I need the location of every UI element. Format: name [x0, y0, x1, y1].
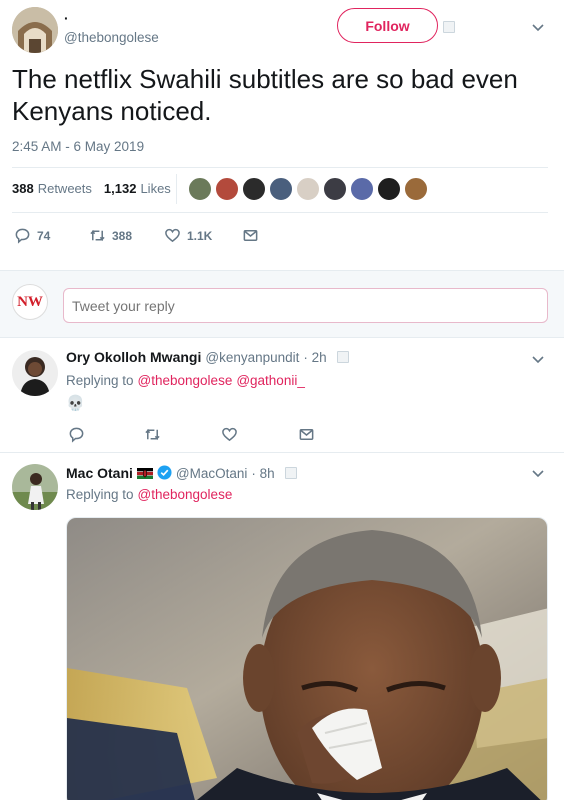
replying-to-label: Replying to [66, 373, 134, 388]
author-avatar[interactable] [12, 7, 58, 53]
heart-icon [222, 427, 237, 442]
reply-avatar[interactable] [12, 350, 58, 396]
retweets-label[interactable]: Retweets [38, 181, 92, 196]
direct-message-action[interactable] [298, 426, 315, 443]
direct-message-action[interactable] [242, 227, 259, 244]
reply-handle[interactable]: @MacOtani [176, 466, 247, 481]
reply-header: Mac Otani @MacOtani · 8h [66, 463, 297, 481]
author-display-name[interactable]: · [64, 10, 69, 26]
reply-time[interactable]: · 2h [303, 350, 326, 365]
reply-handle[interactable]: @kenyanpundit [205, 350, 299, 365]
author-handle[interactable]: @thebongolese [64, 30, 159, 45]
reply-input[interactable] [63, 288, 548, 323]
reply-text: 💀 [66, 394, 85, 412]
liker-avatar[interactable] [269, 177, 293, 201]
liker-avatar[interactable] [242, 177, 266, 201]
like-action[interactable] [221, 426, 238, 443]
tweet-timestamp[interactable]: 2:45 AM - 6 May 2019 [12, 139, 144, 154]
reply-icon [15, 228, 30, 244]
stats-separator [176, 174, 177, 204]
mail-icon [299, 429, 314, 440]
like-action[interactable]: 1.1K [164, 227, 212, 244]
heart-icon [165, 228, 180, 243]
liker-avatars [188, 177, 431, 201]
reply-display-name[interactable]: Ory Okolloh Mwangi [66, 349, 201, 365]
divider [0, 452, 564, 453]
tweet-stats: 388 Retweets 1,132 Likes [12, 181, 171, 196]
replying-to-line: Replying to @thebongolese [66, 487, 232, 502]
reply-time[interactable]: · 8h [251, 466, 274, 481]
divider [12, 167, 548, 168]
mention-link[interactable]: @gathonii_ [236, 373, 305, 388]
follow-button[interactable]: Follow [337, 8, 438, 43]
mention-link[interactable]: @thebongolese [138, 487, 233, 502]
liker-avatar[interactable] [296, 177, 320, 201]
chevron-down-icon[interactable] [531, 466, 545, 480]
liker-avatar[interactable] [188, 177, 212, 201]
divider [12, 212, 548, 213]
retweets-count[interactable]: 388 [12, 181, 34, 196]
retweet-action[interactable]: 388 [89, 227, 132, 244]
reply-media-image[interactable] [66, 517, 548, 800]
chevron-down-icon[interactable] [531, 352, 545, 366]
likes-count[interactable]: 1,132 [104, 181, 137, 196]
badge-icon [336, 351, 349, 363]
replying-to-line: Replying to @thebongolese @gathonii_ [66, 373, 305, 388]
likes-label[interactable]: Likes [140, 181, 170, 196]
current-user-avatar[interactable]: NW [12, 284, 48, 320]
badge-icon [284, 467, 297, 479]
like-count: 1.1K [187, 228, 213, 243]
mention-link[interactable]: @thebongolese [138, 373, 233, 388]
liker-avatar[interactable] [215, 177, 239, 201]
reply-header: Ory Okolloh Mwangi @kenyanpundit · 2h [66, 349, 349, 365]
liker-avatar[interactable] [377, 177, 401, 201]
retweet-icon [90, 229, 105, 242]
retweet-icon [145, 428, 160, 441]
retweet-count: 388 [112, 228, 133, 243]
reply-icon [69, 427, 84, 443]
retweet-action[interactable] [144, 426, 161, 443]
tweet-text: The netflix Swahili subtitles are so bad… [12, 64, 518, 126]
verified-badge-icon [157, 465, 172, 480]
liker-avatar[interactable] [404, 177, 428, 201]
reply-count: 74 [37, 228, 51, 243]
replying-to-label: Replying to [66, 487, 134, 502]
mail-icon [243, 230, 258, 241]
liker-avatar[interactable] [323, 177, 347, 201]
liker-avatar[interactable] [350, 177, 374, 201]
reply-display-name[interactable]: Mac Otani [66, 465, 133, 481]
reply-avatar[interactable] [12, 464, 58, 510]
reply-action[interactable]: 74 [14, 227, 50, 244]
reply-action[interactable] [68, 426, 85, 443]
kenya-flag-icon [136, 468, 153, 479]
chevron-down-icon[interactable] [531, 20, 545, 34]
follow-indicator-icon [443, 21, 455, 33]
